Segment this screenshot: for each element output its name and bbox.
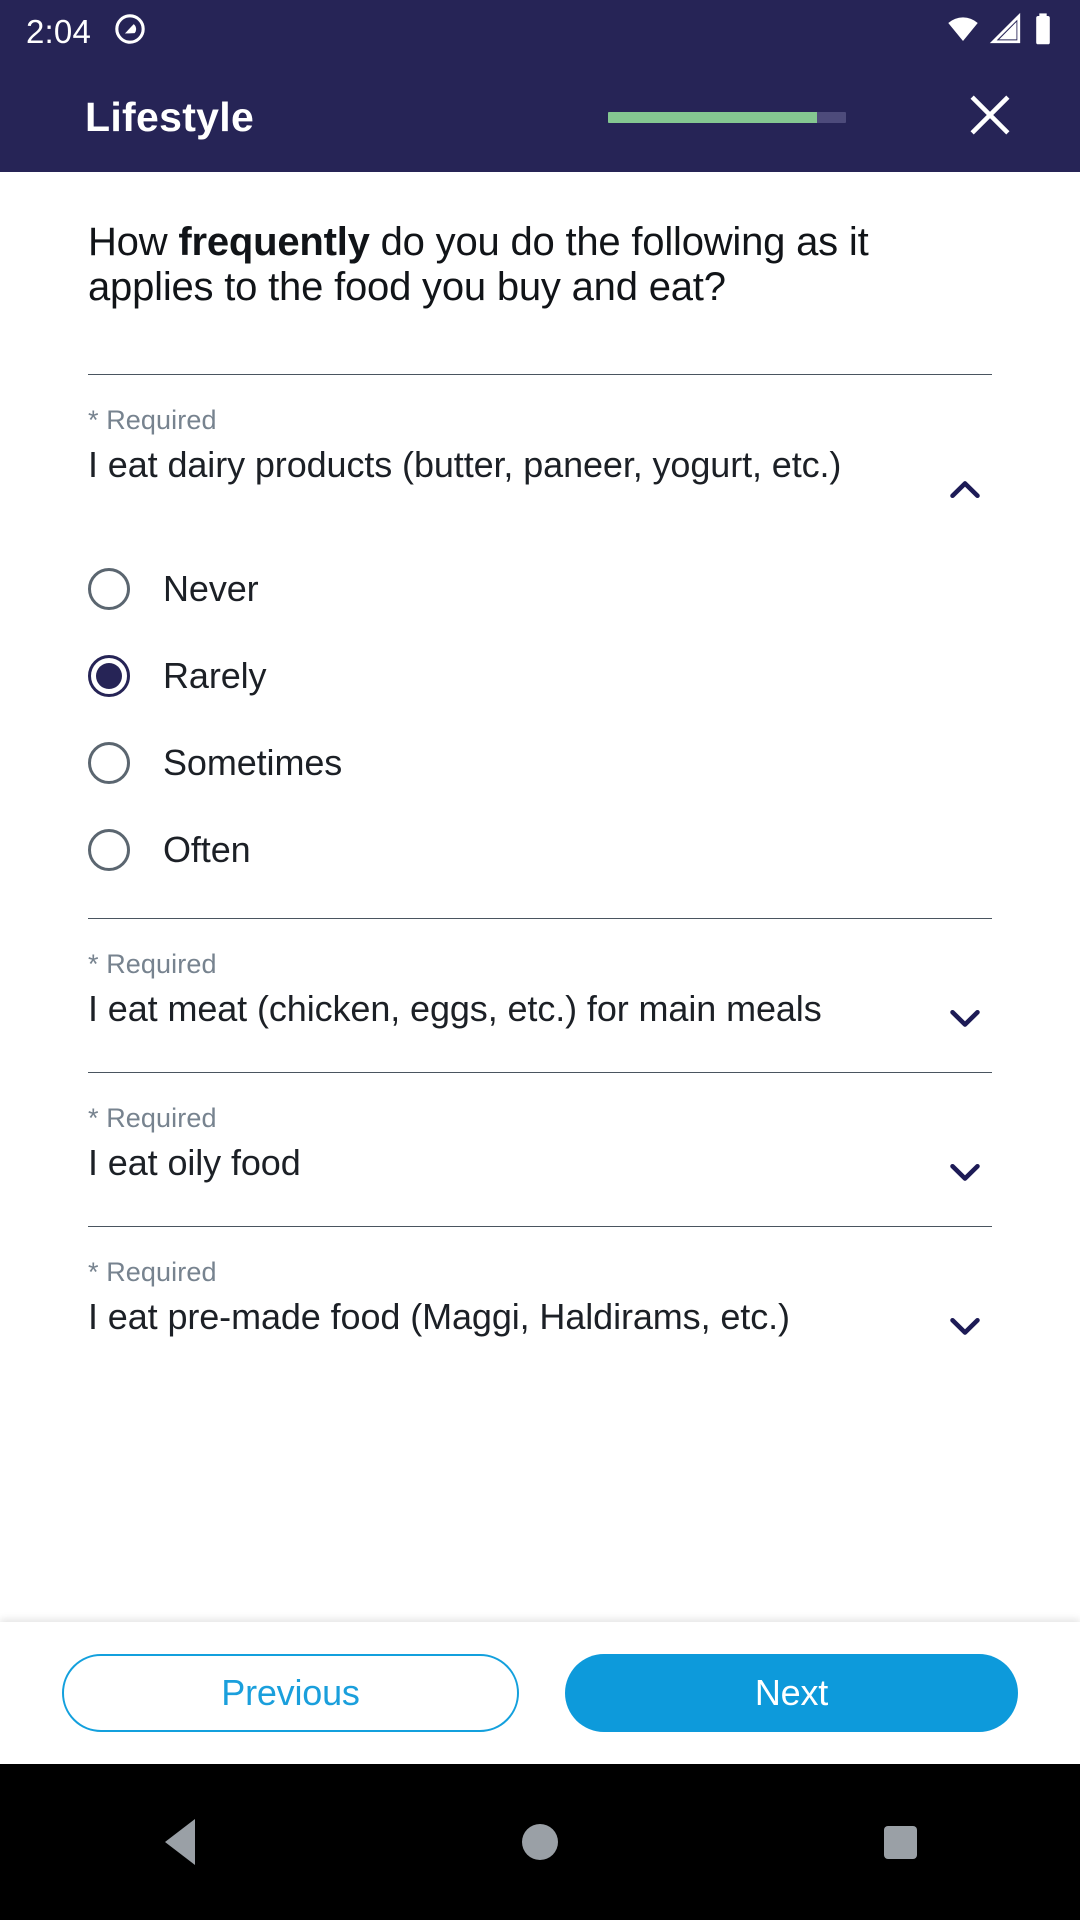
question-block-oily[interactable]: * Required I eat oily food: [0, 1073, 1080, 1202]
radio-rarely[interactable]: [88, 655, 130, 698]
radio-option-sometimes[interactable]: Sometimes: [88, 720, 992, 807]
radio-label-rarely: Rarely: [163, 655, 267, 697]
cell-signal-icon: [989, 12, 1023, 51]
required-indicator: * Required: [88, 1102, 217, 1133]
chevron-up-icon: [942, 467, 988, 518]
app-bar: Lifestyle: [0, 62, 1080, 172]
radio-label-often: Often: [163, 829, 251, 871]
radio-group-dairy[interactable]: Never Rarely Sometimes Often: [88, 546, 992, 894]
question-header-row[interactable]: I eat meat (chicken, eggs, etc.) for mai…: [88, 988, 992, 1048]
nav-back-button[interactable]: [105, 1764, 255, 1920]
question-block-premade[interactable]: * Required I eat pre-made food (Maggi, H…: [0, 1227, 1080, 1356]
nav-recents-button[interactable]: [825, 1764, 975, 1920]
survey-progress-bar: [608, 112, 846, 123]
question-label: I eat dairy products (butter, paneer, yo…: [88, 443, 842, 485]
nav-home-button[interactable]: [465, 1764, 615, 1920]
recents-square-icon: [883, 1825, 917, 1859]
required-indicator: * Required: [88, 1256, 217, 1287]
radio-option-never[interactable]: Never: [88, 546, 992, 633]
required-indicator: * Required: [88, 948, 217, 979]
chevron-down-icon: [942, 1303, 988, 1354]
question-header-row[interactable]: I eat oily food: [88, 1142, 992, 1202]
survey-question-header: How frequently do you do the following a…: [0, 172, 1080, 310]
status-bar-left: 2:04: [26, 12, 147, 51]
status-clock: 2:04: [26, 12, 92, 50]
radio-label-sometimes: Sometimes: [163, 742, 343, 784]
question-label: I eat oily food: [88, 1141, 301, 1183]
next-button[interactable]: Next: [565, 1654, 1018, 1732]
wifi-icon: [946, 12, 980, 51]
required-indicator: * Required: [88, 404, 217, 435]
chevron-down-icon: [942, 995, 988, 1046]
phone-screen: 2:04 Lifestyle How frequently do you do …: [0, 0, 1080, 1920]
question-header-row[interactable]: I eat pre-made food (Maggi, Haldirams, e…: [88, 1296, 992, 1356]
android-nav-bar: [0, 1764, 1080, 1920]
question-header-row[interactable]: I eat dairy products (butter, paneer, yo…: [88, 444, 992, 520]
home-circle-icon: [522, 1824, 558, 1860]
radio-never[interactable]: [88, 568, 130, 611]
question-block-dairy[interactable]: * Required I eat dairy products (butter,…: [0, 375, 1080, 894]
header-text-before: How: [88, 220, 179, 264]
radio-option-rarely[interactable]: Rarely: [88, 633, 992, 720]
radio-label-never: Never: [163, 568, 259, 610]
close-icon: [964, 89, 1016, 146]
status-bar-right: [946, 12, 1054, 51]
survey-content[interactable]: How frequently do you do the following a…: [0, 172, 1080, 1622]
question-block-meat[interactable]: * Required I eat meat (chicken, eggs, et…: [0, 919, 1080, 1048]
back-triangle-icon: [165, 1819, 195, 1865]
radio-option-often[interactable]: Often: [88, 807, 992, 894]
radio-often[interactable]: [88, 829, 130, 872]
question-label: I eat pre-made food (Maggi, Haldirams, e…: [88, 1295, 790, 1337]
expand-toggle-premade[interactable]: [938, 1302, 992, 1356]
page-title: Lifestyle: [85, 93, 255, 140]
battery-icon: [1032, 12, 1054, 51]
expand-toggle-meat[interactable]: [938, 994, 992, 1048]
header-text-bold: frequently: [178, 220, 370, 264]
close-button[interactable]: [958, 85, 1022, 149]
expand-toggle-oily[interactable]: [938, 1148, 992, 1202]
radio-sometimes[interactable]: [88, 742, 130, 785]
survey-progress-fill: [608, 112, 818, 123]
status-bar: 2:04: [0, 0, 1080, 62]
question-label: I eat meat (chicken, eggs, etc.) for mai…: [88, 987, 822, 1029]
collapse-toggle-dairy[interactable]: [938, 466, 992, 520]
navigation-footer: Previous Next: [0, 1622, 1080, 1764]
android-q-icon: [113, 12, 147, 51]
previous-button[interactable]: Previous: [62, 1654, 519, 1732]
chevron-down-icon: [942, 1149, 988, 1200]
